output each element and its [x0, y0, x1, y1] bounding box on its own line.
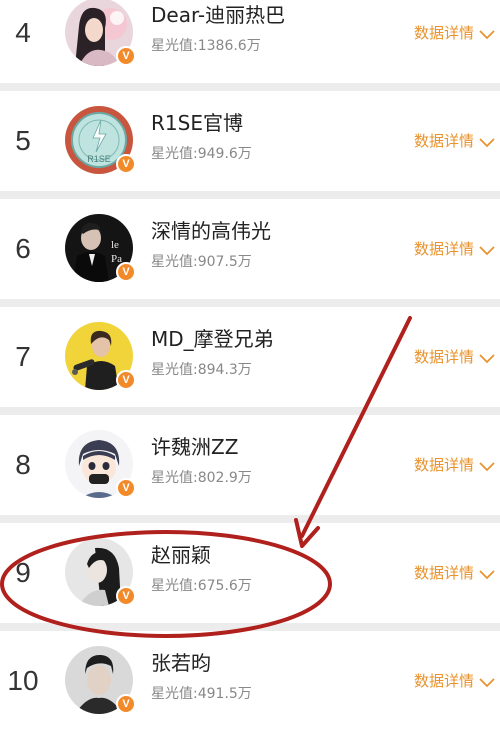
star-value-number: 675.6万	[197, 578, 252, 594]
data-details-button[interactable]: 数据详情	[414, 453, 496, 477]
data-details-label: 数据详情	[413, 564, 474, 582]
verified-badge-icon: V	[116, 586, 136, 606]
star-value-number: 894.3万	[197, 362, 252, 378]
user-name[interactable]: MD_摩登兄弟	[151, 323, 274, 352]
chevron-down-icon	[479, 461, 495, 471]
star-value: 星光值:907.5万	[151, 251, 252, 271]
verified-badge-icon: V	[116, 478, 136, 498]
data-details-button[interactable]: 数据详情	[414, 21, 496, 45]
user-name[interactable]: 深情的高伟光	[151, 215, 271, 244]
star-value-number: 907.5万	[197, 254, 252, 270]
verified-badge-icon: V	[116, 154, 136, 174]
list-item[interactable]: 4 V Dear-迪丽热巴 星光值:1386.6万 数据详情	[0, 0, 500, 83]
chevron-down-icon	[479, 677, 495, 687]
star-value-label: 星光值:	[151, 38, 198, 54]
list-item[interactable]: 7 V MD_摩登兄弟 星光值:894.3万 数据详情	[0, 307, 500, 407]
verified-badge-icon: V	[116, 370, 136, 390]
data-details-button[interactable]: 数据详情	[414, 129, 496, 153]
star-value-label: 星光值:	[151, 254, 198, 270]
star-value: 星光值:491.5万	[151, 683, 252, 703]
data-details-label: 数据详情	[413, 456, 474, 474]
verified-badge-icon: V	[116, 694, 136, 714]
rank-number: 4	[15, 17, 31, 48]
rank-number: 10	[7, 665, 39, 696]
avatar-logo-text: R1SE	[87, 154, 111, 164]
data-details-label: 数据详情	[413, 24, 474, 42]
star-value-label: 星光值:	[151, 362, 198, 378]
list-item[interactable]: 5 R1SE V R1SE官博 星光值:949.6万 数据详情	[0, 91, 500, 191]
rank-number: 9	[15, 557, 31, 588]
star-value-label: 星光值:	[151, 686, 198, 702]
verified-badge-icon: V	[116, 262, 136, 282]
user-name[interactable]: Dear-迪丽热巴	[151, 0, 285, 28]
chevron-down-icon	[479, 29, 495, 39]
list-item[interactable]: 8 V 许魏洲ZZ 星光值:802.9万 数据详情	[0, 415, 500, 515]
verified-badge-icon: V	[116, 46, 136, 66]
data-details-button[interactable]: 数据详情	[414, 345, 496, 369]
rank-number: 5	[15, 125, 31, 156]
star-value: 星光值:894.3万	[151, 359, 252, 379]
star-value-number: 491.5万	[197, 686, 252, 702]
list-item[interactable]: 10 V 张若昀 星光值:491.5万 数据详情	[0, 631, 500, 731]
user-name[interactable]: 张若昀	[151, 647, 211, 676]
rank-number: 8	[15, 449, 31, 480]
user-name[interactable]: 许魏洲ZZ	[151, 431, 238, 460]
data-details-label: 数据详情	[413, 672, 474, 690]
star-value-number: 949.6万	[197, 146, 252, 162]
svg-text:le: le	[111, 239, 119, 251]
rank-number: 6	[15, 233, 31, 264]
star-value-label: 星光值:	[151, 146, 198, 162]
user-name[interactable]: R1SE官博	[151, 107, 243, 136]
list-item[interactable]: 6 le Pa V 深情的高伟光 星光值:907.5万 数据详情	[0, 199, 500, 299]
data-details-label: 数据详情	[413, 132, 474, 150]
data-details-button[interactable]: 数据详情	[414, 237, 496, 261]
rank-number: 7	[15, 341, 31, 372]
star-value-number: 802.9万	[197, 470, 252, 486]
data-details-button[interactable]: 数据详情	[414, 669, 496, 693]
data-details-button[interactable]: 数据详情	[414, 561, 496, 585]
star-value: 星光值:1386.6万	[151, 35, 261, 55]
data-details-label: 数据详情	[413, 348, 474, 366]
star-value-number: 1386.6万	[197, 38, 261, 54]
star-value-label: 星光值:	[151, 578, 198, 594]
chevron-down-icon	[479, 353, 495, 363]
data-details-label: 数据详情	[413, 240, 474, 258]
list-item[interactable]: 9 V 赵丽颖 星光值:675.6万 数据详情	[0, 523, 500, 623]
star-value: 星光值:675.6万	[151, 575, 252, 595]
star-value: 星光值:802.9万	[151, 467, 252, 487]
chevron-down-icon	[479, 245, 495, 255]
star-value-label: 星光值:	[151, 470, 198, 486]
chevron-down-icon	[479, 569, 495, 579]
star-value: 星光值:949.6万	[151, 143, 252, 163]
user-name[interactable]: 赵丽颖	[151, 539, 211, 568]
chevron-down-icon	[479, 137, 495, 147]
